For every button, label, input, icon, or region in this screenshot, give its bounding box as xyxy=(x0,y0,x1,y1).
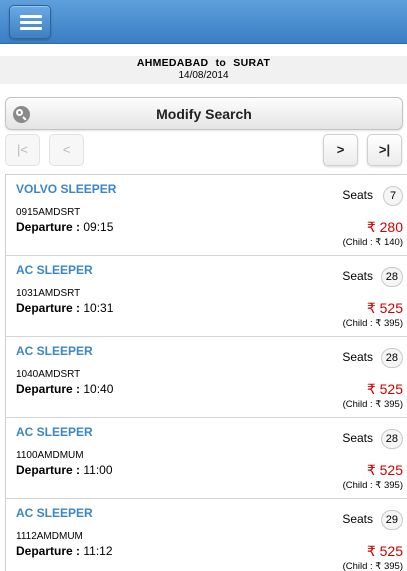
child-fare: (Child : ₹ 395) xyxy=(342,561,403,571)
bus-row[interactable]: AC SLEEPER 1112AMDMUM Departure : 11:12 … xyxy=(6,499,407,571)
departure-label: Departure : xyxy=(16,382,81,396)
departure-info: Departure : 11:00 xyxy=(16,463,113,477)
departure-time: 10:40 xyxy=(83,382,114,396)
child-fare: (Child : ₹ 395) xyxy=(342,318,403,329)
seats-count-badge: 7 xyxy=(383,186,403,206)
bus-type: AC SLEEPER xyxy=(16,506,93,520)
departure-info: Departure : 10:31 xyxy=(16,301,113,315)
route-title: AHMEDABAD to SURAT xyxy=(0,56,407,70)
departure-time: 10:31 xyxy=(83,301,114,315)
bus-code: 1040AMDSRT xyxy=(16,369,81,380)
departure-label: Departure : xyxy=(16,301,81,315)
seats-label: Seats xyxy=(342,431,373,445)
seats-count-badge: 28 xyxy=(380,429,403,449)
route-from: AHMEDABAD xyxy=(136,57,209,69)
hamburger-menu-icon[interactable] xyxy=(9,5,51,39)
child-fare: (Child : ₹ 395) xyxy=(342,399,403,410)
bus-code: 1031AMDSRT xyxy=(16,288,81,299)
departure-time: 09:15 xyxy=(83,220,114,234)
route-to-word: to xyxy=(215,57,227,69)
child-fare: (Child : ₹ 140) xyxy=(342,237,403,248)
seats-count-badge: 29 xyxy=(380,510,403,530)
departure-label: Departure : xyxy=(16,544,81,558)
modify-search-button[interactable]: Modify Search xyxy=(5,97,403,130)
departure-label: Departure : xyxy=(16,463,81,477)
seats-label: Seats xyxy=(342,512,373,526)
fare: ₹ 280 xyxy=(366,219,403,235)
route-to: SURAT xyxy=(233,57,271,69)
bus-code: 1112AMDMUM xyxy=(16,531,83,542)
bus-type: VOLVO SLEEPER xyxy=(16,182,117,196)
departure-time: 11:12 xyxy=(83,544,113,558)
seats-count-badge: 28 xyxy=(380,348,403,368)
menu-line xyxy=(20,21,42,24)
departure-info: Departure : 11:12 xyxy=(16,544,113,558)
prev-page-button[interactable]: < xyxy=(49,134,84,166)
bus-list: VOLVO SLEEPER 0915AMDSRT Departure : 09:… xyxy=(5,174,407,571)
route-summary: AHMEDABAD to SURAT 14/08/2014 xyxy=(0,56,407,84)
fare: ₹ 525 xyxy=(366,543,403,559)
seats-label: Seats xyxy=(342,350,373,364)
bus-row[interactable]: AC SLEEPER 1031AMDSRT Departure : 10:31 … xyxy=(6,256,407,337)
seats-label: Seats xyxy=(342,188,373,202)
bus-row[interactable]: AC SLEEPER 1100AMDMUM Departure : 11:00 … xyxy=(6,418,407,499)
bus-row[interactable]: AC SLEEPER 1040AMDSRT Departure : 10:40 … xyxy=(6,337,407,418)
bus-code: 1100AMDMUM xyxy=(16,450,84,461)
departure-info: Departure : 10:40 xyxy=(16,382,113,396)
bus-type: AC SLEEPER xyxy=(16,263,93,277)
bus-code: 0915AMDSRT xyxy=(16,207,81,218)
fare: ₹ 525 xyxy=(366,300,403,316)
fare: ₹ 525 xyxy=(366,462,403,478)
child-fare: (Child : ₹ 395) xyxy=(342,480,403,491)
next-page-button[interactable]: > xyxy=(323,134,358,166)
bus-row[interactable]: VOLVO SLEEPER 0915AMDSRT Departure : 09:… xyxy=(6,175,407,256)
departure-info: Departure : 09:15 xyxy=(16,220,113,234)
seats-count-badge: 28 xyxy=(380,267,403,287)
departure-time: 11:00 xyxy=(83,463,113,477)
bus-type: AC SLEEPER xyxy=(16,425,93,439)
seats-label: Seats xyxy=(342,269,373,283)
top-bar xyxy=(0,0,407,44)
menu-line xyxy=(20,15,42,18)
departure-label: Departure : xyxy=(16,220,81,234)
modify-search-label: Modify Search xyxy=(156,106,252,122)
fare: ₹ 525 xyxy=(366,381,403,397)
menu-line xyxy=(20,27,42,30)
last-page-button[interactable]: >| xyxy=(367,134,402,166)
bus-type: AC SLEEPER xyxy=(16,344,93,358)
first-page-button[interactable]: |< xyxy=(5,134,40,166)
travel-date: 14/08/2014 xyxy=(178,70,229,81)
